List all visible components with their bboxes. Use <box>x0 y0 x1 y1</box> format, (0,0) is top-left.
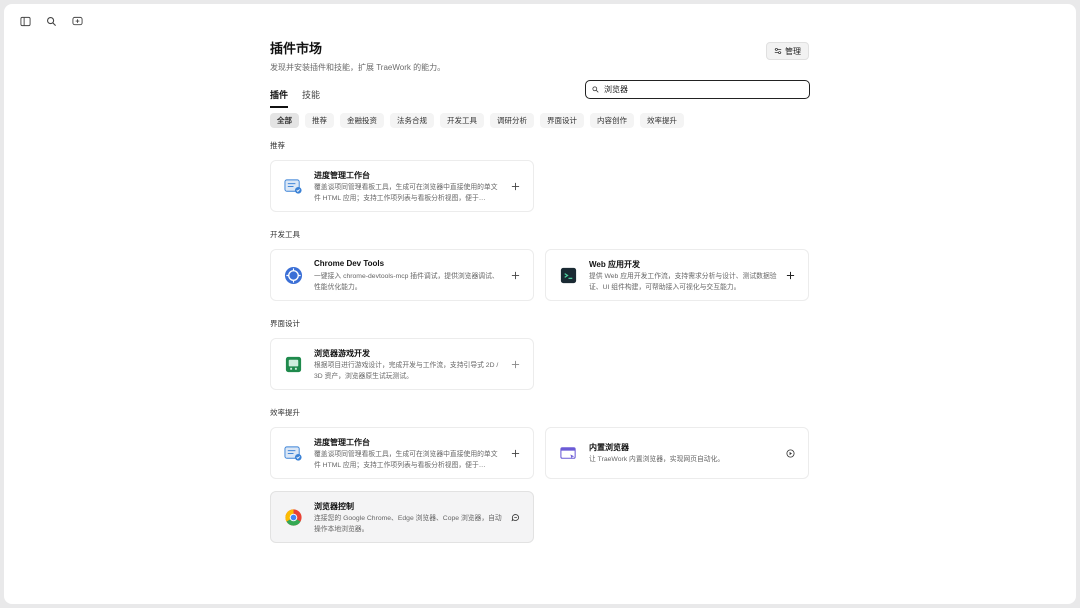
card-title: 浏览器游戏开发 <box>314 349 370 358</box>
chat-bubble-icon <box>510 513 519 521</box>
plus-icon <box>511 360 519 368</box>
chip-all[interactable]: 全部 <box>270 113 299 128</box>
settings-sliders-icon <box>774 48 782 54</box>
plugin-card[interactable]: 内置浏览器 让 TraeWork 内置浏览器，实现网页自动化。 <box>545 427 809 479</box>
plus-icon <box>511 449 519 457</box>
category-filter: 全部 推荐 金融投资 法务合规 开发工具 调研分析 界面设计 内容创作 效率提升 <box>270 113 684 128</box>
plugin-card[interactable]: 浏览器游戏开发 根据项目进行游戏设计，完成开发与工作流，支持引导式 2D / 3… <box>270 338 534 390</box>
card-description: 提供 Web 应用开发工作流，支持需求分析与设计、测试数据验证、UI 组件构建，… <box>589 273 777 291</box>
search-input[interactable] <box>604 85 794 94</box>
chip-dev-tools[interactable]: 开发工具 <box>440 113 484 128</box>
terminal-icon <box>559 266 578 285</box>
chip-ui-design[interactable]: 界面设计 <box>540 113 584 128</box>
search-icon <box>592 86 599 93</box>
plugin-card[interactable]: 进度管理工作台 覆盖谈项同管理看板工具，生成可在浏览器中直接使用的单文件 HTM… <box>270 160 534 212</box>
chrome-devtools-icon <box>284 266 303 285</box>
card-description: 覆盖谈项同管理看板工具，生成可在浏览器中直接使用的单文件 HTML 应用；支持工… <box>314 184 498 202</box>
app-window: 插件市场 发现并安装插件和技能，扩展 TraeWork 的能力。 管理 插件 技… <box>4 4 1076 604</box>
chip-recommended[interactable]: 推荐 <box>305 113 334 128</box>
card-description: 覆盖谈项同管理看板工具，生成可在浏览器中直接使用的单文件 HTML 应用；支持工… <box>314 451 498 469</box>
card-title: 进度管理工作台 <box>314 438 370 447</box>
manage-button-label: 管理 <box>785 46 801 56</box>
top-toolbar <box>18 14 84 28</box>
chip-research[interactable]: 调研分析 <box>490 113 534 128</box>
install-button[interactable] <box>784 269 796 281</box>
progress-board-icon <box>284 444 303 463</box>
browser-window-icon <box>559 444 578 463</box>
plugin-card[interactable]: 浏览器控制 连接您的 Google Chrome、Edge 浏览器、Cope 浏… <box>270 491 534 543</box>
install-button[interactable] <box>509 269 521 281</box>
chat-button[interactable] <box>509 511 521 523</box>
header: 插件市场 发现并安装插件和技能，扩展 TraeWork 的能力。 <box>270 34 810 73</box>
plus-icon <box>786 271 794 279</box>
chip-productivity[interactable]: 效率提升 <box>640 113 684 128</box>
chip-finance[interactable]: 金融投资 <box>340 113 384 128</box>
manage-button[interactable]: 管理 <box>766 42 809 60</box>
tab-bar: 插件 技能 <box>270 88 320 108</box>
section-label-productivity: 效率提升 <box>270 408 300 417</box>
section-label-dev-tools: 开发工具 <box>270 230 300 239</box>
tab-skills[interactable]: 技能 <box>302 88 320 108</box>
plugin-card[interactable]: 进度管理工作台 覆盖谈项同管理看板工具，生成可在浏览器中直接使用的单文件 HTM… <box>270 427 534 479</box>
card-description: 连接您的 Google Chrome、Edge 浏览器、Cope 浏览器，自动操… <box>314 515 502 533</box>
install-button[interactable] <box>509 447 521 459</box>
plus-icon <box>511 182 519 190</box>
installed-indicator[interactable] <box>784 447 796 459</box>
section-label-ui-design: 界面设计 <box>270 319 300 328</box>
sidebar-toggle-icon[interactable] <box>18 14 32 28</box>
plus-icon <box>511 271 519 279</box>
card-title: 浏览器控制 <box>314 502 354 511</box>
tab-plugins[interactable]: 插件 <box>270 88 289 108</box>
install-button[interactable] <box>509 358 521 370</box>
card-description: 一键接入 chrome-devtools-mcp 插件调试，提供浏览器调试、性能… <box>314 273 499 291</box>
progress-board-icon <box>284 177 303 196</box>
search-box[interactable] <box>585 80 810 99</box>
install-button[interactable] <box>509 180 521 192</box>
chip-legal[interactable]: 法务合规 <box>390 113 434 128</box>
page-title: 插件市场 <box>270 41 323 56</box>
play-circle-icon <box>785 448 795 458</box>
plugin-card[interactable]: Chrome Dev Tools 一键接入 chrome-devtools-mc… <box>270 249 534 301</box>
chrome-icon <box>284 508 303 527</box>
page-subtitle: 发现并安装插件和技能，扩展 TraeWork 的能力。 <box>270 63 446 72</box>
card-description: 让 TraeWork 内置浏览器，实现网页自动化。 <box>589 456 725 463</box>
card-title: 进度管理工作台 <box>314 171 370 180</box>
card-title: Web 应用开发 <box>589 260 640 269</box>
section-label-recommended: 推荐 <box>270 141 285 150</box>
chip-content[interactable]: 内容创作 <box>590 113 634 128</box>
card-title: 内置浏览器 <box>589 443 629 452</box>
card-description: 根据项目进行游戏设计，完成开发与工作流，支持引导式 2D / 3D 资产，浏览器… <box>314 362 499 380</box>
card-title: Chrome Dev Tools <box>314 259 385 268</box>
game-icon <box>284 355 303 374</box>
plugin-card[interactable]: Web 应用开发 提供 Web 应用开发工作流，支持需求分析与设计、测试数据验证… <box>545 249 809 301</box>
search-icon[interactable] <box>44 14 58 28</box>
new-chat-icon[interactable] <box>70 14 84 28</box>
